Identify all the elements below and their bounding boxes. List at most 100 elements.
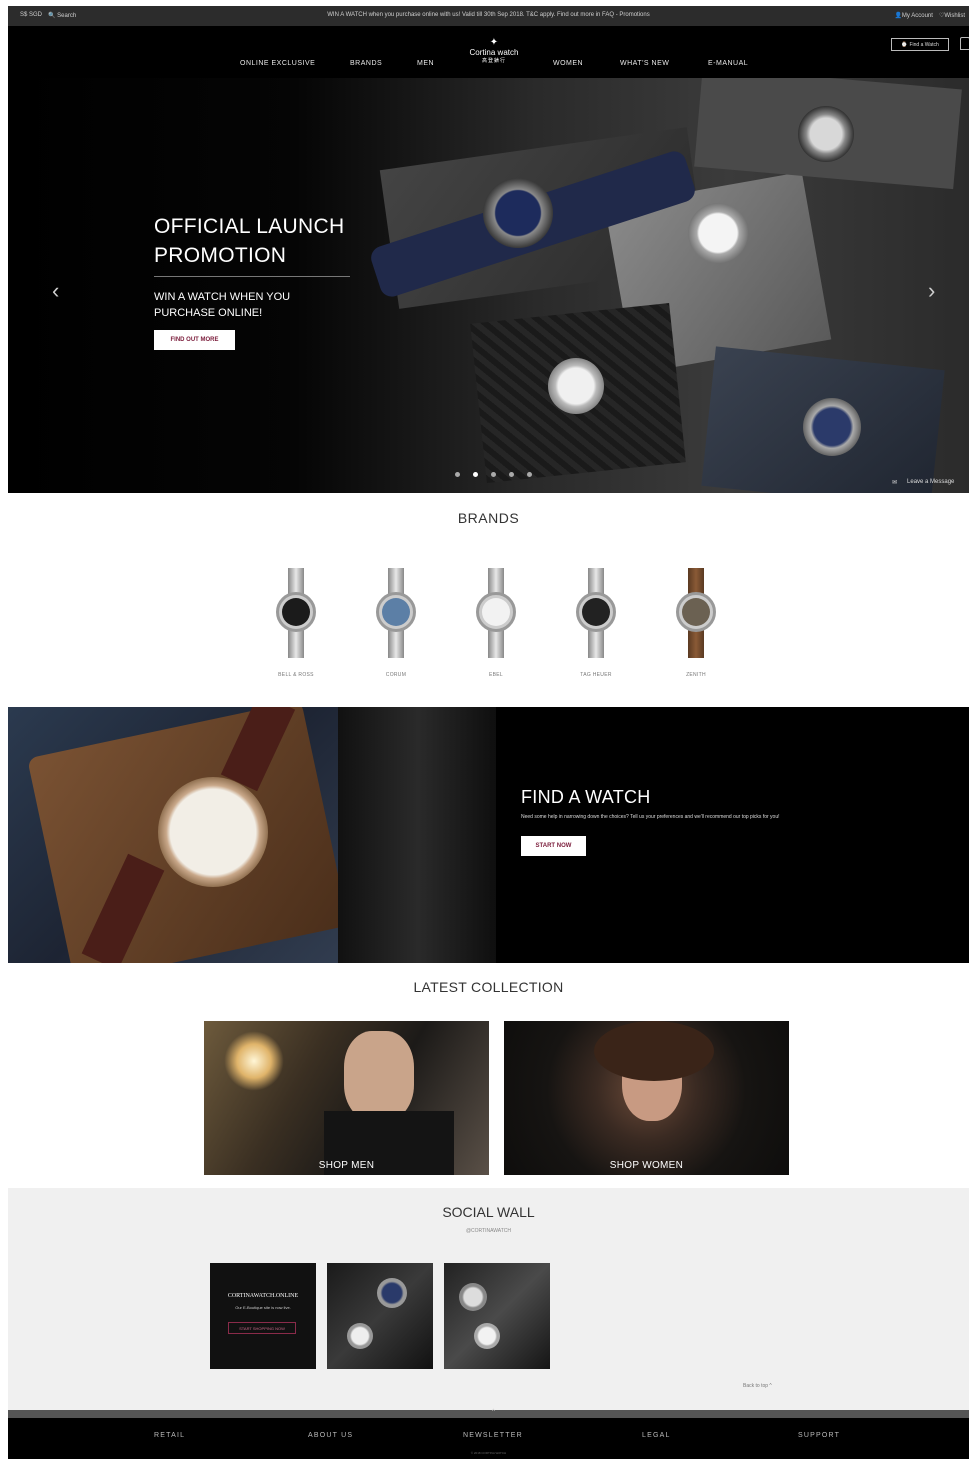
utility-bar: S$ SGD 🔍 Search WIN A WATCH when you pur…: [8, 6, 969, 26]
brand-label: CORUM: [385, 672, 407, 678]
brand-watch-image: [376, 568, 416, 658]
hero-watch-3: [798, 106, 854, 162]
chevron-right-icon[interactable]: ›: [928, 278, 935, 304]
carousel-dot[interactable]: [491, 472, 496, 477]
brand-watch-image: [276, 568, 316, 658]
model-man: [344, 1031, 414, 1121]
brand-watch-image: [576, 568, 616, 658]
brand-watch-image: [476, 568, 516, 658]
nav-men[interactable]: MEN: [417, 60, 434, 67]
find-watch-panel: FIND A WATCH Need some help in narrowing…: [496, 707, 969, 963]
shop-men-label: SHOP MEN: [318, 1160, 375, 1171]
logo-name: Cortina watch: [469, 48, 519, 57]
brand-bell-ross[interactable]: BELL & ROSS: [266, 568, 326, 678]
hero-carousel: OFFICIAL LAUNCH PROMOTION WIN A WATCH WH…: [8, 78, 969, 493]
carousel-dot[interactable]: [455, 472, 460, 477]
brand-face: [482, 598, 510, 626]
chevron-left-icon[interactable]: ‹: [52, 278, 59, 304]
hero-title: OFFICIAL LAUNCH PROMOTION: [154, 212, 344, 270]
hero-subtitle: WIN A WATCH WHEN YOU PURCHASE ONLINE!: [154, 289, 290, 321]
hero-watch-1: [483, 178, 553, 248]
social-post-2[interactable]: [327, 1263, 433, 1369]
brand-watch-image: [676, 568, 716, 658]
user-icon: 👤: [894, 13, 902, 19]
hero-watch-4: [548, 358, 604, 414]
find-watch-nav-label: Find a Watch: [909, 41, 939, 48]
brand-label: TAG HEUER: [580, 672, 612, 678]
find-watch-text: Need some help in narrowing down the cho…: [521, 814, 780, 820]
leather-belt: [338, 707, 496, 963]
page: S$ SGD 🔍 Search WIN A WATCH when you pur…: [8, 6, 969, 1459]
hero-title-line1: OFFICIAL LAUNCH: [154, 215, 345, 238]
brand-face: [582, 598, 610, 626]
social-post-3[interactable]: [444, 1263, 550, 1369]
footer: RETAIL ABOUT US NEWSLETTER LEGAL SUPPORT…: [8, 1418, 969, 1459]
nav-whats-new[interactable]: WHAT'S NEW: [620, 60, 669, 67]
footer-link-about-us[interactable]: ABOUT US: [308, 1432, 353, 1439]
footer-divider: [8, 1410, 969, 1418]
footer-link-support[interactable]: SUPPORT: [798, 1432, 840, 1439]
hero-subtitle-line2: PURCHASE ONLINE!: [154, 307, 263, 319]
nav-e-manual[interactable]: E-MANUAL: [708, 60, 748, 67]
social-handle[interactable]: @CORTINAWATCH: [8, 1228, 969, 1234]
back-to-top-link[interactable]: Back to top ^: [743, 1383, 772, 1389]
main-nav: ONLINE EXCLUSIVE BRANDS MEN ✦ Cortina wa…: [8, 26, 969, 78]
carousel-dots: [455, 472, 532, 477]
brand-label: ZENITH: [686, 672, 706, 678]
promo-banner[interactable]: WIN A WATCH when you purchase online wit…: [8, 12, 969, 18]
social-wall-section: SOCIAL WALL @CORTINAWATCH CORTINAWATCH.O…: [8, 1188, 969, 1410]
shop-women-label: SHOP WOMEN: [609, 1160, 684, 1171]
social-wall-heading: SOCIAL WALL: [442, 1204, 535, 1220]
brand-label: EBEL: [489, 672, 503, 678]
account-link[interactable]: 👤My Account: [894, 12, 933, 19]
leave-message-label: Leave a Message: [907, 479, 955, 485]
footer-copyright: © 2018 CORTINA WATCH: [470, 1451, 507, 1455]
brand-face: [282, 598, 310, 626]
nav-online-exclusive[interactable]: ONLINE EXCLUSIVE: [240, 60, 315, 67]
model-hair: [594, 1021, 714, 1081]
logo-mark-icon: ✦: [489, 37, 499, 48]
brand-ebel[interactable]: EBEL: [466, 568, 526, 678]
hero-watch-2: [688, 203, 748, 263]
watch-face-image: [158, 777, 268, 887]
shop-women-card[interactable]: SHOP WOMEN: [504, 1021, 789, 1175]
social-post-brand: CORTINAWATCH.ONLINE: [227, 1293, 299, 1299]
chevron-up-icon[interactable]: ^: [492, 1409, 495, 1415]
light-flare: [224, 1031, 284, 1091]
footer-link-legal[interactable]: LEGAL: [642, 1432, 671, 1439]
brand-label: BELL & ROSS: [278, 672, 314, 678]
social-watch: [474, 1323, 500, 1349]
social-watch: [347, 1323, 373, 1349]
hero-divider: [154, 276, 350, 277]
nav-women[interactable]: WOMEN: [553, 60, 583, 67]
footer-link-retail[interactable]: RETAIL: [154, 1432, 185, 1439]
find-watch-nav-button[interactable]: ⌚ Find a Watch: [891, 38, 949, 51]
social-post-1[interactable]: CORTINAWATCH.ONLINE Our E-Boutique site …: [210, 1263, 316, 1369]
leave-message-button[interactable]: ✉ Leave a Message: [892, 479, 954, 486]
shopping-bag-icon[interactable]: [960, 37, 969, 50]
start-now-button[interactable]: START NOW: [521, 836, 586, 856]
latest-collection-heading: LATEST COLLECTION: [413, 979, 564, 995]
find-out-more-button[interactable]: FIND OUT MORE: [154, 330, 235, 350]
find-watch-title: FIND A WATCH: [521, 787, 651, 807]
social-post-cta: START SHOPPING NOW: [228, 1322, 296, 1334]
brand-tag-heuer[interactable]: TAG HEUER: [566, 568, 626, 678]
carousel-dot[interactable]: [509, 472, 514, 477]
carousel-dot-active[interactable]: [473, 472, 478, 477]
nav-brands[interactable]: BRANDS: [350, 60, 382, 67]
wishlist-label: Wishlist: [944, 13, 965, 19]
watch-icon: ⌚: [901, 41, 908, 48]
hero-subtitle-line1: WIN A WATCH WHEN YOU: [154, 291, 291, 303]
mail-icon: ✉: [892, 480, 898, 486]
shop-men-card[interactable]: SHOP MEN: [204, 1021, 489, 1175]
hero-watch-5: [803, 398, 861, 456]
brand-corum[interactable]: CORUM: [366, 568, 426, 678]
footer-link-newsletter[interactable]: NEWSLETTER: [463, 1432, 523, 1439]
brand-zenith[interactable]: ZENITH: [666, 568, 726, 678]
account-label: My Account: [901, 13, 933, 19]
brand-face: [382, 598, 410, 626]
site-logo[interactable]: ✦ Cortina watch 高登錶行: [464, 37, 524, 65]
social-post-tagline: Our E-Boutique site is now live.: [235, 1305, 291, 1310]
carousel-dot[interactable]: [527, 472, 532, 477]
wishlist-link[interactable]: ♡Wishlist: [939, 12, 965, 19]
